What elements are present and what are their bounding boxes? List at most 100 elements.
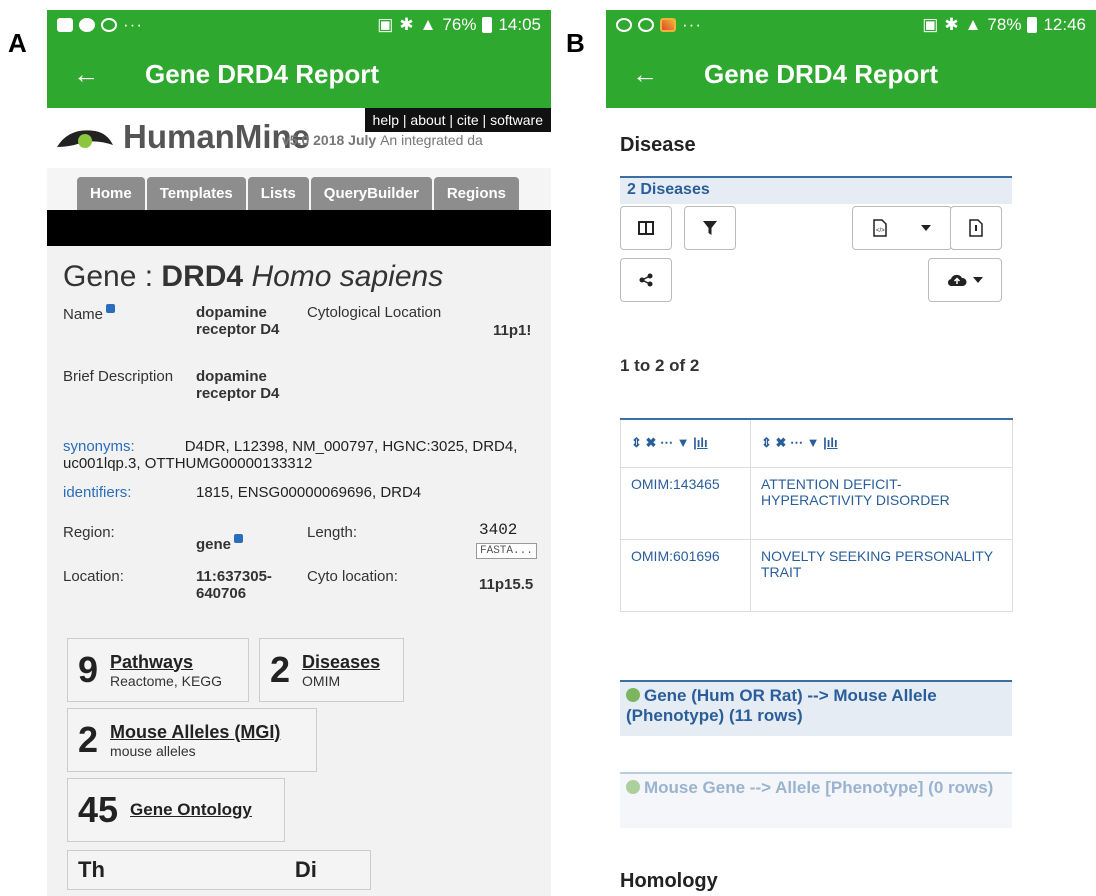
phone-screen-a: ··· ▣ ✱ ▲ 76% 14:05 ← Gene DRD4 Report H… [47, 10, 551, 896]
pathways-box[interactable]: 9 Pathways Reactome, KEGG [67, 638, 249, 702]
mouse-alleles-box[interactable]: 2 Mouse Alleles (MGI) mouse alleles [67, 708, 317, 772]
top-links[interactable]: help | about | cite | software [364, 108, 551, 132]
status-bar-b: ··· ▣ ✱ ▲ 78% 12:46 [606, 10, 1096, 40]
template-mouse-gene-allele[interactable]: Mouse Gene --> Allele [Phenotype] (0 row… [620, 772, 1012, 828]
app-bar-b: ← Gene DRD4 Report [606, 40, 1096, 108]
column-header-id[interactable]: ⇕ ✖ ⋯ ▼ |ılı [620, 418, 751, 468]
template-gear-icon [626, 688, 640, 702]
wifi-signal-icon: ▲ [419, 15, 437, 34]
location-label: Location: [63, 568, 124, 585]
tagline: An integrated da [380, 132, 483, 148]
diseases-title[interactable]: Diseases [302, 652, 380, 673]
version-label: v5.0 2018 July An integrated da [282, 132, 483, 148]
app-notification-icon [616, 18, 632, 32]
diseases-box[interactable]: 2 Diseases OMIM [259, 638, 404, 702]
tab-regions[interactable]: Regions [433, 177, 520, 210]
share-icon [639, 273, 653, 287]
panel-label-a: A [8, 28, 27, 58]
back-arrow-icon[interactable]: ← [632, 59, 704, 90]
table-header-row: ⇕ ✖ ⋯ ▼ |ılı ⇕ ✖ ⋯ ▼ |ılı [620, 418, 1013, 468]
notification-icon [79, 18, 95, 32]
app-notification-icon [101, 18, 117, 32]
location-value: 11:637305-640706 [196, 568, 272, 602]
code-export-button[interactable]: </> [852, 206, 952, 250]
page-title: Gene DRD4 Report [704, 58, 939, 89]
partial-box[interactable]: Th Di [67, 850, 371, 890]
table-row: OMIM:601696 NOVELTY SEEKING PERSONALITY … [620, 538, 1013, 612]
length-label: Length: [307, 524, 358, 541]
region-label: Region: [63, 524, 115, 541]
tab-querybuilder[interactable]: QueryBuilder [310, 177, 432, 210]
mouse-alleles-title[interactable]: Mouse Alleles (MGI) [110, 722, 280, 743]
tab-templates[interactable]: Templates [146, 177, 246, 210]
back-arrow-icon[interactable]: ← [73, 59, 145, 90]
columns-button[interactable] [620, 206, 672, 250]
gene-ontology-box[interactable]: 45 Gene Ontology [67, 778, 285, 842]
app-bar: ← Gene DRD4 Report [47, 40, 551, 108]
more-notifications: ··· [682, 15, 702, 34]
gene-ontology-count: 45 [78, 789, 119, 830]
chevron-down-icon [921, 225, 931, 231]
pathways-count: 9 [78, 649, 99, 690]
disease-id-cell[interactable]: OMIM:143465 [620, 466, 751, 540]
account-icon [638, 18, 654, 32]
template-mouse-allele-phenotype[interactable]: Gene (Hum OR Rat) --> Mouse Allele (Phen… [620, 680, 1012, 736]
length-value: 3402 [479, 521, 518, 539]
identifiers-link[interactable]: identifiers: [63, 484, 131, 501]
partial-box-right: Di [294, 857, 317, 882]
cloud-upload-icon [947, 274, 967, 287]
search-bar-area [47, 210, 551, 246]
region-info-icon[interactable] [234, 534, 244, 543]
partial-box-left: Th [78, 857, 105, 882]
more-notifications: ··· [123, 15, 143, 34]
mouse-alleles-sub: mouse alleles [110, 742, 196, 759]
name-label: Name [63, 304, 116, 323]
humanmine-logo-icon [57, 130, 113, 148]
gene-ontology-title[interactable]: Gene Ontology [130, 800, 252, 820]
cloud-upload-button[interactable] [928, 258, 1002, 302]
template-2-label: Mouse Gene --> Allele [Phenotype] (0 row… [644, 778, 994, 797]
table-row: OMIM:143465 ATTENTION DEFICIT-HYPERACTIV… [620, 466, 1013, 540]
tab-home[interactable]: Home [77, 177, 145, 210]
battery-percent: 78% [987, 15, 1022, 34]
clock: 12:46 [1043, 15, 1086, 34]
diseases-count: 2 [270, 649, 291, 690]
cyto-location-label: Cyto location: [307, 568, 398, 585]
column-header-name[interactable]: ⇕ ✖ ⋯ ▼ |ılı [750, 418, 1013, 468]
synonyms-link[interactable]: synonyms: [63, 438, 135, 455]
tab-lists[interactable]: Lists [247, 177, 309, 210]
pathways-sub: Reactome, KEGG [110, 672, 223, 689]
filter-button[interactable] [684, 206, 736, 250]
mouse-alleles-count: 2 [78, 719, 99, 760]
code-file-icon: </> [873, 219, 887, 237]
name-value: dopamine receptor D4 [196, 304, 280, 338]
gallery-icon [57, 18, 73, 32]
gene-symbol: DRD4 [161, 260, 244, 293]
diseases-count-bar[interactable]: 2 Diseases [620, 176, 1012, 204]
region-value-text: gene [196, 536, 232, 553]
diseases-sub: OMIM [302, 672, 341, 689]
bluetooth-icon: ✱ [399, 15, 414, 34]
pathways-title[interactable]: Pathways [110, 652, 222, 673]
brief-value: dopamine receptor D4 [196, 368, 280, 402]
wifi-signal-icon: ▲ [964, 15, 982, 34]
gene-title-prefix: Gene : [63, 260, 162, 293]
info-icon[interactable] [106, 304, 116, 313]
name-label-text: Name [63, 306, 104, 323]
share-button[interactable] [620, 258, 672, 302]
sync-icon: ▣ [377, 15, 394, 34]
battery-icon [482, 17, 493, 33]
disease-id-cell[interactable]: OMIM:601696 [620, 538, 751, 612]
clock: 14:05 [498, 15, 541, 34]
synonyms-row: synonyms: D4DR, L12398, NM_000797, HGNC:… [63, 438, 533, 472]
disease-name-cell[interactable]: NOVELTY SEEKING PERSONALITY TRAIT [750, 538, 1013, 612]
cyto-location-value: 11p15.5 [479, 576, 534, 593]
gene-organism: Homo sapiens [251, 260, 444, 293]
results-range: 1 to 2 of 2 [620, 356, 700, 375]
zip-export-button[interactable] [950, 206, 1002, 250]
disease-name-cell[interactable]: ATTENTION DEFICIT-HYPERACTIVITY DISORDER [750, 466, 1013, 540]
phone-screen-b: ··· ▣ ✱ ▲ 78% 12:46 ← Gene DRD4 Report D… [606, 10, 1096, 896]
nav-tabs: Home Templates Lists QueryBuilder Region… [47, 168, 551, 210]
fasta-button[interactable]: FASTA... [476, 543, 537, 559]
status-bar: ··· ▣ ✱ ▲ 76% 14:05 [47, 10, 551, 40]
